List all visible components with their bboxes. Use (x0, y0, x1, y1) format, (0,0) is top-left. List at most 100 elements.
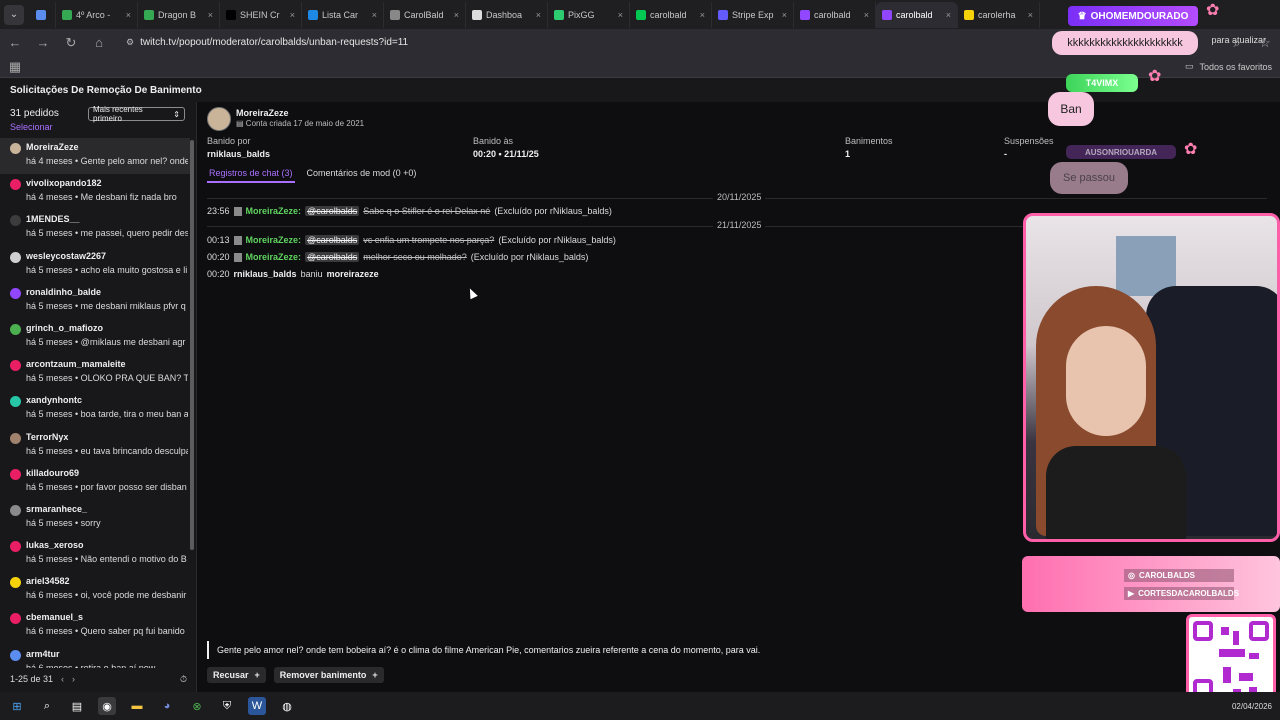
list-item[interactable]: grinch_o_mafiozo há 5 meses • @rniklaus m… (0, 319, 190, 355)
browser-tab[interactable]: 4º Arco - × (56, 1, 138, 28)
list-item[interactable]: killadouro69 há 5 meses • por favor posso… (0, 464, 190, 500)
obs-icon[interactable]: ◍ (278, 697, 296, 715)
tab-favicon-icon (964, 9, 974, 20)
pagination-label: 1-25 de 31 (10, 674, 54, 684)
avatar (10, 179, 21, 191)
request-username: grinch_o_mafiozo (26, 322, 104, 333)
tab-mod-comments[interactable]: Comentários de mod (0 +0) (305, 168, 419, 183)
bans-label: Banimentos (845, 136, 893, 146)
browser-tab[interactable]: Stripe Exp × (712, 1, 794, 28)
avatar (10, 323, 21, 335)
tab-close-icon[interactable]: × (454, 10, 459, 20)
list-item[interactable]: ronaldinho_balde há 5 meses • me desbani … (0, 283, 190, 319)
log-user[interactable]: MoreiraZeze: (246, 252, 302, 262)
log-user[interactable]: MoreiraZeze: (246, 235, 302, 245)
all-favorites[interactable]: ▭ Todos os favoritos (1185, 61, 1272, 72)
select-link[interactable]: Selecionar (10, 122, 186, 132)
ban-actor[interactable]: rniklaus_balds (234, 269, 297, 279)
tab-close-icon[interactable]: × (946, 10, 951, 20)
unban-button[interactable]: Remover banimento + (273, 667, 384, 683)
avatar (10, 251, 21, 263)
sort-dropdown[interactable]: Mais recentes primeiro ⇕ (88, 105, 185, 123)
tab-close-icon[interactable]: × (700, 10, 705, 20)
list-item[interactable]: TerrorNyx há 5 meses • eu tava brincando … (0, 428, 190, 464)
overlay-ban-bubble: Ban (1048, 92, 1094, 126)
chrome-icon[interactable]: ◉ (98, 697, 116, 715)
request-username: xandynhontc (26, 395, 83, 406)
browser-tab[interactable]: carolbald × (876, 1, 958, 28)
badge-icon (233, 252, 242, 262)
tab-favicon-icon (636, 9, 646, 20)
browser-tab[interactable] (30, 1, 56, 28)
qr-module (1221, 627, 1229, 635)
security-icon[interactable]: ⛨ (218, 697, 236, 715)
task-view-icon[interactable]: ▤ (68, 697, 86, 715)
request-preview: há 5 meses • sorry (26, 517, 101, 528)
discord-icon[interactable]: ◕ (158, 697, 176, 715)
back-icon[interactable]: ← (8, 35, 22, 50)
list-item[interactable]: MoreiraZeze há 4 meses • Gente pelo amor … (0, 138, 190, 175)
flower-icon: ✿ (1206, 2, 1220, 19)
reload-icon[interactable]: ↻ (64, 35, 78, 51)
update-button[interactable]: para atualizar (1211, 35, 1266, 45)
browser-tab[interactable]: SHEIN Cr × (220, 1, 302, 28)
instagram-icon: ◎ (1128, 571, 1135, 580)
detail-username[interactable]: MoreiraZeze (236, 108, 289, 118)
list-item[interactable]: wesleycostaw2267 há 5 meses • acho ela mu… (0, 247, 190, 283)
timer-icon[interactable]: ⏱ (180, 674, 187, 685)
tab-chat-logs[interactable]: Registros de chat (3) (207, 168, 295, 183)
list-item[interactable]: arcontzaum_mamaleite há 5 meses • OLOKO P… (0, 355, 190, 391)
tab-close-icon[interactable]: × (290, 10, 295, 20)
tab-close-icon[interactable]: × (782, 10, 787, 20)
tab-close-icon[interactable]: × (126, 10, 131, 20)
avatar (10, 541, 21, 553)
tab-close-icon[interactable]: × (372, 10, 377, 20)
qr-module (1219, 649, 1245, 657)
browser-tab[interactable]: CarolBald × (384, 1, 466, 28)
tab-close-icon[interactable]: × (208, 10, 213, 20)
forward-icon[interactable]: → (36, 35, 50, 50)
avatar (10, 360, 21, 372)
tab-favicon-icon (226, 9, 236, 20)
tab-label: CarolBald (404, 9, 444, 20)
list-item[interactable]: xandynhontc há 5 meses • boa tarde, tira … (0, 391, 190, 427)
account-created-text: Conta criada 17 de maio de 2021 (245, 119, 365, 128)
home-icon[interactable]: ⌂ (92, 35, 106, 50)
url-text: twitch.tv/popout/moderator/carolbalds/un… (140, 37, 409, 48)
browser-tab[interactable]: PixGG × (548, 1, 630, 28)
site-info-icon[interactable]: ⚙ (126, 37, 134, 48)
browser-tab[interactable]: carolerha × (958, 1, 1040, 28)
browser-tab[interactable]: carolbald × (794, 1, 876, 28)
prev-page-icon[interactable]: ‹ (61, 674, 64, 684)
file-explorer-icon[interactable]: ▬ (128, 697, 146, 715)
browser-tab[interactable]: Lista Car × (302, 1, 384, 28)
browser-tab[interactable]: carolbald × (630, 1, 712, 28)
list-item[interactable]: 1MENDES__ há 5 meses • me passei, quero p… (0, 210, 190, 246)
list-item[interactable]: vivolixopando182 há 4 meses • Me desbani … (0, 174, 190, 210)
tab-close-icon[interactable]: × (1028, 10, 1033, 20)
search-icon[interactable]: ⌕ (38, 697, 56, 715)
date-label: 20/11/2025 (713, 192, 766, 202)
reject-button[interactable]: Recusar + (207, 667, 266, 683)
xbox-icon[interactable]: ⊗ (188, 697, 206, 715)
next-page-icon[interactable]: › (72, 674, 75, 684)
list-item[interactable]: srmaranhece_ há 5 meses • sorry (0, 500, 190, 536)
list-item[interactable]: ariel34582 há 6 meses • oi, você pode me … (0, 572, 190, 608)
sidebar-scrollbar[interactable] (190, 140, 194, 550)
tab-close-icon[interactable]: × (536, 10, 541, 20)
list-item[interactable]: lukas_xeroso há 5 meses • Não entendi o m… (0, 536, 190, 572)
tab-close-icon[interactable]: × (618, 10, 623, 20)
list-item[interactable]: cbemanuel_s há 6 meses • Quero saber pq f… (0, 608, 190, 644)
browser-tab[interactable]: Dragon B × (138, 1, 220, 28)
windows-start-icon[interactable]: ⊞ (8, 697, 26, 715)
tab-search-button[interactable]: ⌄ (4, 4, 24, 25)
flower-icon: ✿ (1148, 68, 1162, 85)
list-item[interactable]: arm4tur há 6 meses • retira o ban aí pow (0, 645, 190, 668)
log-user[interactable]: MoreiraZeze: (246, 206, 302, 216)
browser-tab[interactable]: Dashboa × (466, 1, 548, 28)
word-icon[interactable]: W (248, 697, 266, 715)
tab-close-icon[interactable]: × (864, 10, 869, 20)
badge-icon (233, 235, 242, 245)
ban-target[interactable]: moreirazeze (327, 269, 379, 279)
apps-grid-icon[interactable]: ▦ (8, 59, 22, 75)
